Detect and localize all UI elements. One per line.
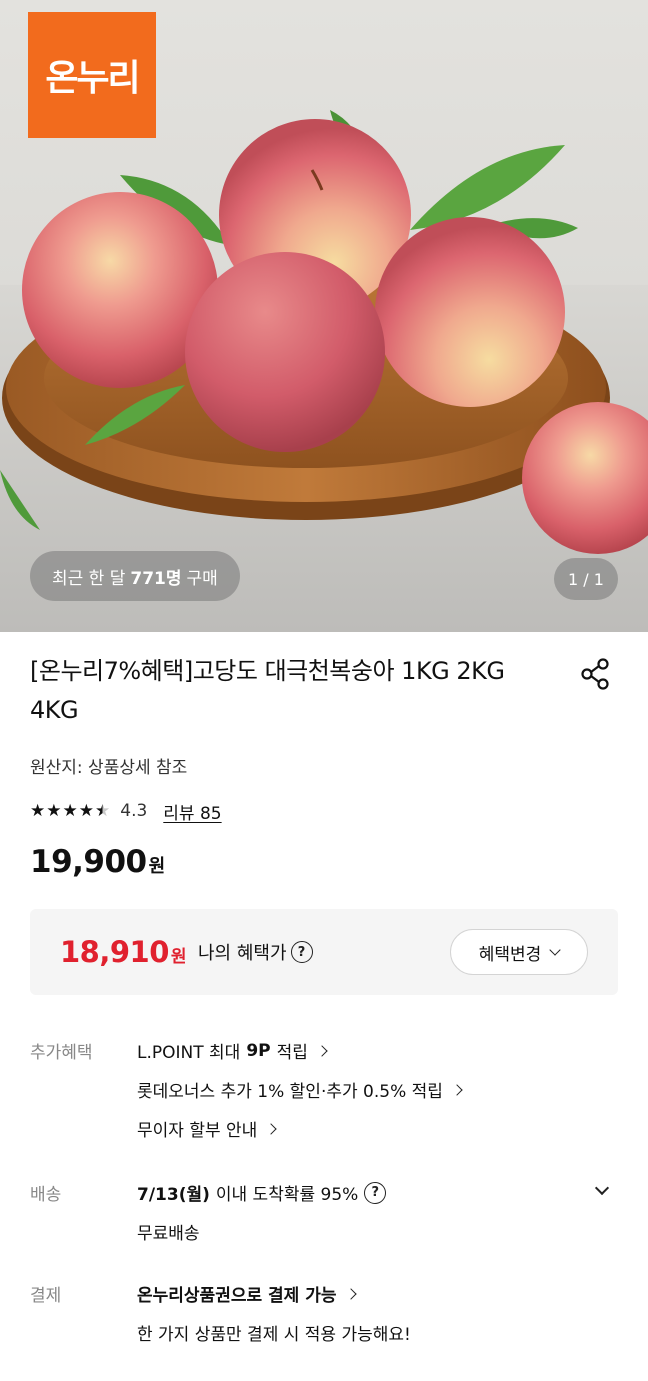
delivery-label: 배송 [30, 1185, 62, 1205]
arrival-text: 이내 도착확률 95% [215, 1185, 359, 1205]
share-icon [581, 658, 609, 690]
lotte-members-link[interactable]: 롯데오너스 추가 1% 할인·추가 0.5% 적립 [137, 1077, 463, 1102]
star-rating: ★ ★ ★ ★ ★ [30, 800, 111, 821]
help-icon[interactable]: ? [290, 941, 313, 963]
help-icon[interactable]: ? [364, 1181, 387, 1204]
payment-note-text: 한 가지 상품만 결제 시 적용 가능해요! [137, 1325, 411, 1345]
lotte-members-text: 롯데오너스 추가 1% 할인·추가 0.5% 적립 [137, 1082, 443, 1102]
pager-text: 1 / 1 [568, 569, 604, 589]
star-full-icon: ★ [46, 800, 62, 821]
benefit-price-unit: 원 [170, 947, 187, 967]
star-full-icon: ★ [30, 800, 46, 821]
origin-text: 원산지: 상품상세 참조 [30, 758, 188, 778]
benefit-price-box: 18,910 원 나의 혜택가 ? 혜택변경 [30, 909, 618, 995]
rating-value: 4.3 [120, 801, 148, 821]
price-amount: 19,900 [30, 844, 147, 880]
lpoint-link[interactable]: L.POINT 최대 9P 적립 [137, 1038, 328, 1063]
buyers-prefix: 최근 한 달 [52, 568, 126, 589]
chevron-right-icon [451, 1083, 463, 1096]
lpoint-suffix: 적립 [276, 1043, 308, 1063]
chevron-right-icon [344, 1287, 357, 1300]
chevron-right-icon [316, 1044, 328, 1057]
lpoint-prefix: L.POINT 최대 [137, 1043, 241, 1063]
extra-benefits-label: 추가혜택 [30, 1043, 93, 1063]
review-count-link[interactable]: 리뷰 85 [163, 799, 221, 824]
payment-note: 한 가지 상품만 결제 시 적용 가능해요! [137, 1320, 411, 1345]
benefit-label: 나의 혜택가 ? [198, 939, 313, 965]
recent-buyers-badge: 최근 한 달 771명 구매 [30, 551, 240, 601]
payment-method-link[interactable]: 온누리상품권으로 결제 가능 [137, 1281, 357, 1306]
change-benefit-label: 혜택변경 [478, 944, 542, 965]
star-full-icon: ★ [78, 800, 94, 821]
original-price: 19,900 원 [30, 844, 165, 880]
price-unit: 원 [148, 856, 166, 877]
delivery-expand-button[interactable] [590, 1180, 614, 1200]
star-full-icon: ★ [62, 800, 78, 821]
star-half-icon: ★ [95, 800, 111, 821]
lpoint-value: 9P [246, 1040, 271, 1061]
benefit-price-amount: 18,910 [60, 935, 169, 969]
share-button[interactable] [578, 656, 614, 692]
benefit-label-text: 나의 혜택가 [198, 943, 287, 964]
product-title: [온누리7%혜택]고당도 대극천복숭아 1KG 2KG 4KG [30, 657, 505, 724]
onnuri-logo: 온누리 [28, 12, 156, 138]
installment-text: 무이자 할부 안내 [137, 1121, 258, 1141]
payment-label: 결제 [30, 1286, 62, 1306]
image-pager-indicator: 1 / 1 [554, 558, 618, 600]
chevron-down-icon [594, 1180, 610, 1196]
chevron-down-icon [549, 944, 561, 956]
chevron-right-icon [265, 1122, 277, 1135]
rating-row: ★ ★ ★ ★ ★ 4.3 리뷰 85 [30, 798, 222, 824]
logo-text: 온누리 [45, 58, 140, 99]
delivery-fee: 무료배송 [137, 1219, 200, 1244]
benefit-price: 18,910 원 [60, 935, 187, 969]
buyers-count: 771명 [130, 568, 182, 589]
delivery-fee-text: 무료배송 [137, 1224, 200, 1244]
change-benefit-button[interactable]: 혜택변경 [450, 929, 588, 975]
product-image-carousel[interactable]: 온누리 최근 한 달 771명 구매 1 / 1 [0, 0, 648, 632]
delivery-estimate: 7/13(월) 이내 도착확률 95% ? [137, 1180, 387, 1205]
delivery-date: 7/13(월) [137, 1185, 210, 1205]
payment-method: 온누리상품권으로 결제 가능 [137, 1286, 337, 1306]
installment-link[interactable]: 무이자 할부 안내 [137, 1116, 277, 1141]
buyers-suffix: 구매 [186, 568, 218, 589]
